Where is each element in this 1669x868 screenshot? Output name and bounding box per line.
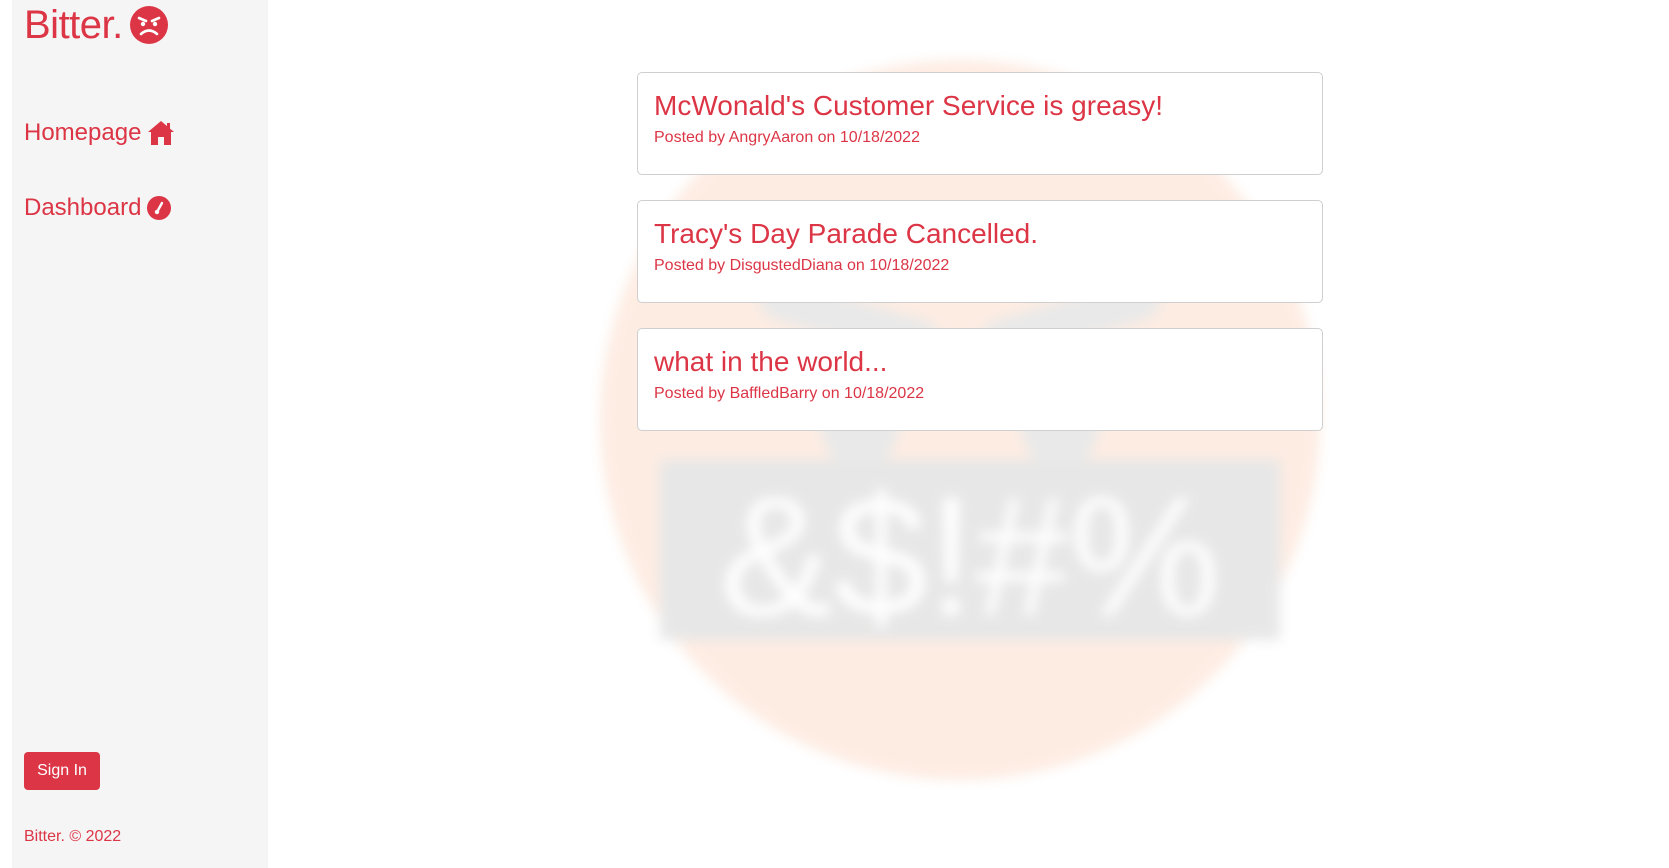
nav-item-label: Homepage [24,119,142,146]
brand[interactable]: Bitter. [24,2,169,48]
angry-face-icon [129,6,168,44]
gauge-icon [147,196,172,220]
post-title: Tracy's Day Parade Cancelled. [654,218,1039,249]
nav-item-dashboard[interactable]: Dashboard [24,193,172,223]
house-icon [148,121,175,145]
post-card[interactable]: McWonald's Customer Service is greasy! P… [637,72,1323,175]
post-card[interactable]: Tracy's Day Parade Cancelled. Posted by … [637,200,1323,303]
post-title: McWonald's Customer Service is greasy! [654,90,1163,121]
post-title: what in the world... [654,346,888,377]
sidebar: Bitter. Homepage Dashboard Sign In Bitte… [12,0,268,868]
watermark-text: &$!#% [720,462,1221,652]
brand-name: Bitter. [24,3,123,47]
app-root: &$!#% Bitter. Homepage Dashboard Sign In… [0,0,1669,868]
nav-item-homepage[interactable]: Homepage [24,118,175,148]
nav-item-label: Dashboard [24,194,142,221]
post-card[interactable]: what in the world... Posted by BaffledBa… [637,328,1323,431]
post-meta: Posted by DisgustedDiana on 10/18/2022 [654,257,950,274]
post-meta: Posted by BaffledBarry on 10/18/2022 [654,385,925,402]
post-meta: Posted by AngryAaron on 10/18/2022 [654,129,920,146]
sign-in-button[interactable]: Sign In [24,752,100,790]
footer-copyright: Bitter. © 2022 [24,828,122,845]
